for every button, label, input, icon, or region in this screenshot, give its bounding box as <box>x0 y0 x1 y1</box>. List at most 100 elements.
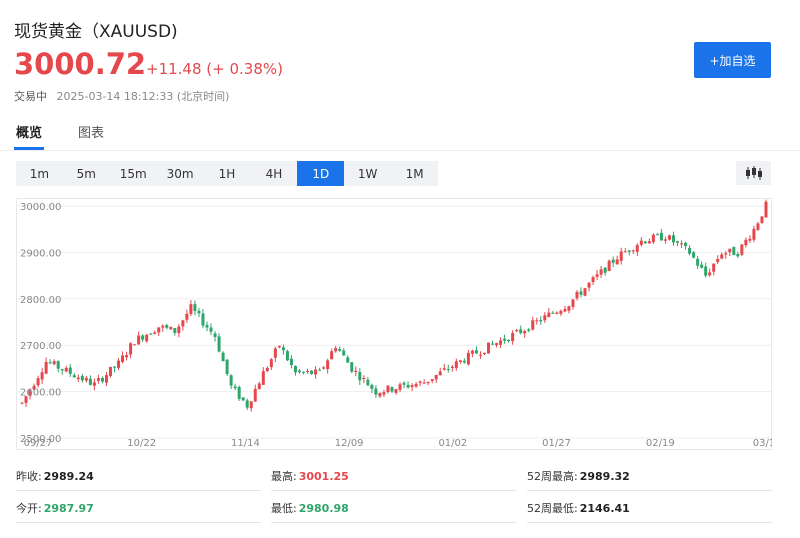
chart-type-button[interactable] <box>736 161 771 185</box>
period-1h[interactable]: 1H <box>204 161 251 186</box>
candle-body <box>704 266 708 276</box>
candle-body <box>129 343 133 355</box>
candle-body <box>121 355 125 363</box>
tab-chart[interactable]: 图表 <box>76 122 106 150</box>
candle-body <box>285 351 289 361</box>
x-axis-labels: 09/27 10/22 11/14 12/09 01/02 01/27 02/19 03/1 <box>24 438 772 449</box>
period-5m[interactable]: 5m <box>63 161 110 186</box>
candle-body <box>663 239 667 241</box>
price-change: +11.48 (+ 0.38%) <box>146 60 283 78</box>
candle-body <box>583 288 587 296</box>
candle-body <box>450 366 454 368</box>
candle-body <box>40 372 44 380</box>
candle-body <box>410 385 414 388</box>
candle-body <box>153 332 157 334</box>
candle-body <box>716 259 720 263</box>
period-15m[interactable]: 15m <box>110 161 157 186</box>
period-1d[interactable]: 1D <box>297 161 345 186</box>
candle-body <box>257 383 261 390</box>
candle-body <box>297 370 301 373</box>
candle-body <box>740 244 744 255</box>
period-1m[interactable]: 1m <box>16 161 63 186</box>
tab-overview[interactable]: 概览 <box>14 122 45 150</box>
chart-grid <box>16 198 772 450</box>
candle-body <box>84 377 88 381</box>
candle-body <box>700 264 704 268</box>
candle-body <box>302 371 306 373</box>
candle-body <box>482 352 486 355</box>
candle-body <box>60 369 64 371</box>
price-chart[interactable]: 3000.002900.002800.002700.002600.002500.… <box>16 198 772 450</box>
candle-body <box>728 248 732 253</box>
candle-body <box>225 359 229 375</box>
candle-body <box>338 349 342 351</box>
candle-body <box>358 372 362 381</box>
candle-body <box>378 392 382 397</box>
candle-body <box>462 360 466 363</box>
stats-panel: 昨收: 2989.24 最高: 3001.25 52周最高: 2989.32 今开: 2… <box>16 460 772 524</box>
candle-body <box>466 352 470 365</box>
candle-body <box>217 336 221 352</box>
candle-body <box>619 251 623 261</box>
candle-body <box>736 254 740 257</box>
candle-body <box>293 365 297 373</box>
candle-body <box>692 252 696 258</box>
candle-body <box>265 367 269 371</box>
candle-body <box>125 355 129 358</box>
candle-body <box>113 366 117 368</box>
x-tick-label: 02/19 <box>646 438 675 449</box>
y-tick-label: 2700.00 <box>20 341 61 352</box>
candle-body <box>442 368 446 370</box>
candle-body <box>418 381 422 383</box>
candle-body <box>523 331 527 334</box>
candle-body <box>173 328 177 333</box>
candle-body <box>330 351 334 360</box>
period-1mo[interactable]: 1M <box>391 161 438 186</box>
candle-body <box>141 335 145 340</box>
candle-body <box>474 350 478 354</box>
candle-body <box>36 378 40 386</box>
candle-body <box>306 371 310 373</box>
candle-body <box>623 251 627 253</box>
x-tick-label: 12/09 <box>335 438 364 449</box>
candle-body <box>104 375 108 383</box>
candle-body <box>470 350 474 354</box>
candle-body <box>76 377 80 379</box>
candle-body <box>68 367 72 374</box>
period-4h[interactable]: 4H <box>250 161 297 186</box>
candle-body <box>233 386 237 389</box>
candle-body <box>607 260 611 272</box>
candle-body <box>185 313 189 320</box>
candle-body <box>92 382 96 386</box>
candle-body <box>720 254 724 259</box>
candle-body <box>398 384 402 390</box>
period-1w[interactable]: 1W <box>344 161 391 186</box>
y-axis-labels: 3000.002900.002800.002700.002600.002500.… <box>20 202 61 445</box>
candle-body <box>651 234 655 243</box>
candle-body <box>430 379 434 381</box>
candle-body <box>535 320 539 322</box>
candle-body <box>165 324 169 328</box>
candle-body <box>269 359 273 368</box>
candle-body <box>563 309 567 312</box>
candle-body <box>56 361 60 369</box>
candle-body <box>80 375 84 381</box>
candle-body <box>237 386 241 399</box>
y-tick-label: 2900.00 <box>20 248 61 259</box>
candle-body <box>189 304 193 315</box>
period-30m[interactable]: 30m <box>157 161 204 186</box>
x-tick-label: 09/27 <box>24 438 53 449</box>
candle-body <box>712 263 716 272</box>
candle-body <box>402 382 406 385</box>
candle-body <box>281 347 285 351</box>
candle-body <box>503 338 507 341</box>
candle-body <box>527 329 531 331</box>
candle-body <box>495 343 499 346</box>
x-tick-label: 11/14 <box>231 438 260 449</box>
candle-body <box>688 247 692 254</box>
add-watchlist-button[interactable]: +加自选 <box>694 42 771 78</box>
candle-body <box>100 377 104 382</box>
stat-52w-low: 52周最低: 2146.41 <box>527 502 630 515</box>
candle-body <box>551 312 555 314</box>
candle-body <box>603 267 607 273</box>
